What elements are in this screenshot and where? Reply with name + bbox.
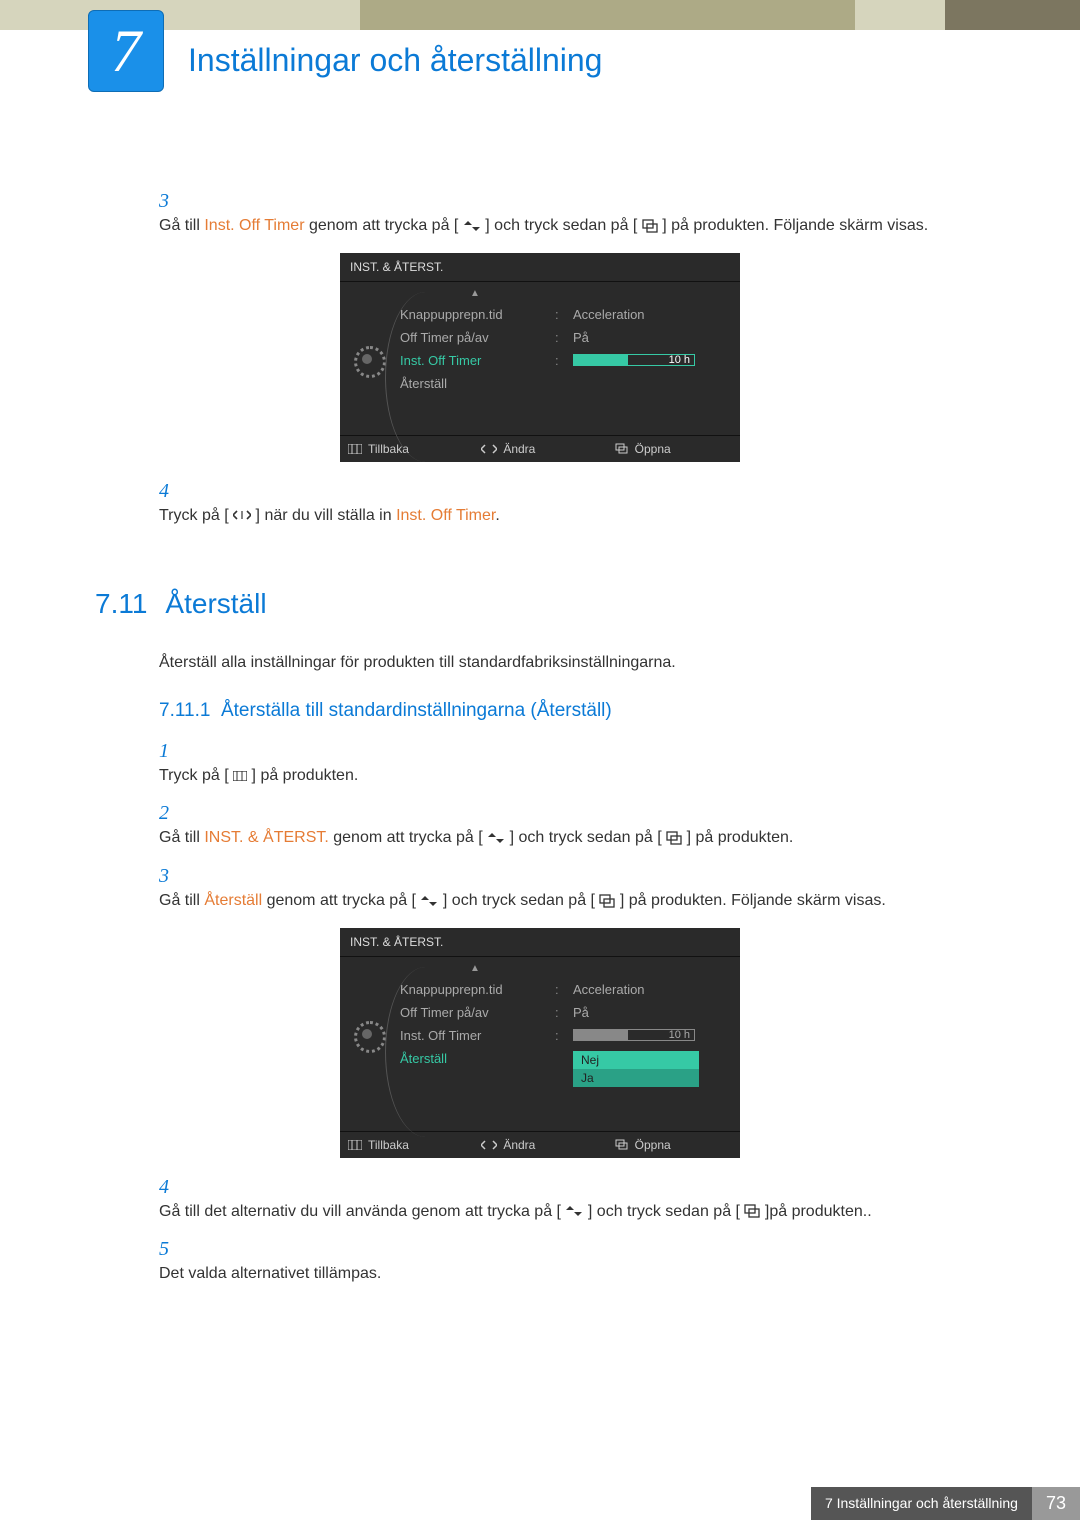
gear-icon <box>354 1021 386 1053</box>
section-711-title: 7.11Återställ <box>95 588 985 620</box>
orange-term: Inst. Off Timer <box>204 217 304 234</box>
dropdown-option: Nej <box>573 1051 699 1069</box>
dropdown-option: Ja <box>573 1069 699 1087</box>
enter-icon <box>599 894 615 908</box>
slider-selected: 10 h <box>573 354 695 366</box>
chapter-title: Inställningar och återställning <box>188 42 602 79</box>
arc-decoration <box>385 967 466 1137</box>
enter-icon <box>615 1139 629 1151</box>
up-down-icon <box>420 895 438 907</box>
menu-icon <box>348 1140 362 1150</box>
leftright-icon <box>481 444 497 454</box>
step-text: Tryck på [ ] när du vill ställa in Inst.… <box>159 503 989 529</box>
subsection-7111-title: 7.11.1 Återställa till standardinställni… <box>159 700 985 722</box>
osd-footer: Tillbaka Ändra Öppna <box>340 1131 740 1158</box>
chapter-number-badge: 7 <box>88 10 164 92</box>
step-4: 4 Tryck på [ ] när du vill ställa in Ins… <box>159 480 985 529</box>
section-711-description: Återställ alla inställningar för produkt… <box>159 650 985 676</box>
step-5: 5 Det valda alternativet tillämpas. <box>159 1238 985 1287</box>
orange-term: Inst. Off Timer <box>396 507 495 524</box>
page-footer: 7 Inställningar och återställning 73 <box>0 1487 1080 1522</box>
up-down-icon <box>463 220 481 232</box>
up-arrow-icon: ▲ <box>470 288 730 299</box>
step-number: 3 <box>159 190 183 213</box>
osd-title: INST. & ÅTERST. <box>340 253 740 282</box>
enter-icon <box>642 219 658 233</box>
osd-title: INST. & ÅTERST. <box>340 928 740 957</box>
footer-page-number: 73 <box>1032 1487 1080 1520</box>
up-down-icon <box>487 832 505 844</box>
osd-screenshot-1: INST. & ÅTERST. ▲ Knappupprepn.tid:Accel… <box>340 253 740 462</box>
enter-icon <box>744 1204 760 1218</box>
left-right-icon <box>233 509 251 521</box>
osd-screenshot-2: INST. & ÅTERST. ▲ Knappupprepn.tid:Accel… <box>340 928 740 1158</box>
step-number: 4 <box>159 480 183 503</box>
menu-icon <box>348 444 362 454</box>
step-3: 3 Gå till Inst. Off Timer genom att tryc… <box>159 190 985 239</box>
step-4: 4 Gå till det alternativ du vill använda… <box>159 1176 985 1225</box>
enter-icon <box>666 831 682 845</box>
up-arrow-icon: ▲ <box>470 963 730 974</box>
menu-icon <box>233 771 247 781</box>
arc-decoration <box>385 292 466 462</box>
gear-icon <box>354 346 386 378</box>
slider: 10 h <box>573 1029 695 1041</box>
step-3: 3 Gå till Återställ genom att trycka på … <box>159 865 985 914</box>
enter-icon <box>615 443 629 455</box>
up-down-icon <box>565 1205 583 1217</box>
footer-chapter-label: 7 Inställningar och återställning <box>811 1487 1032 1520</box>
step-2: 2 Gå till INST. & ÅTERST. genom att tryc… <box>159 802 985 851</box>
step-1: 1 Tryck på [ ] på produkten. <box>159 740 985 789</box>
leftright-icon <box>481 1140 497 1150</box>
step-text: Gå till Inst. Off Timer genom att trycka… <box>159 213 989 239</box>
